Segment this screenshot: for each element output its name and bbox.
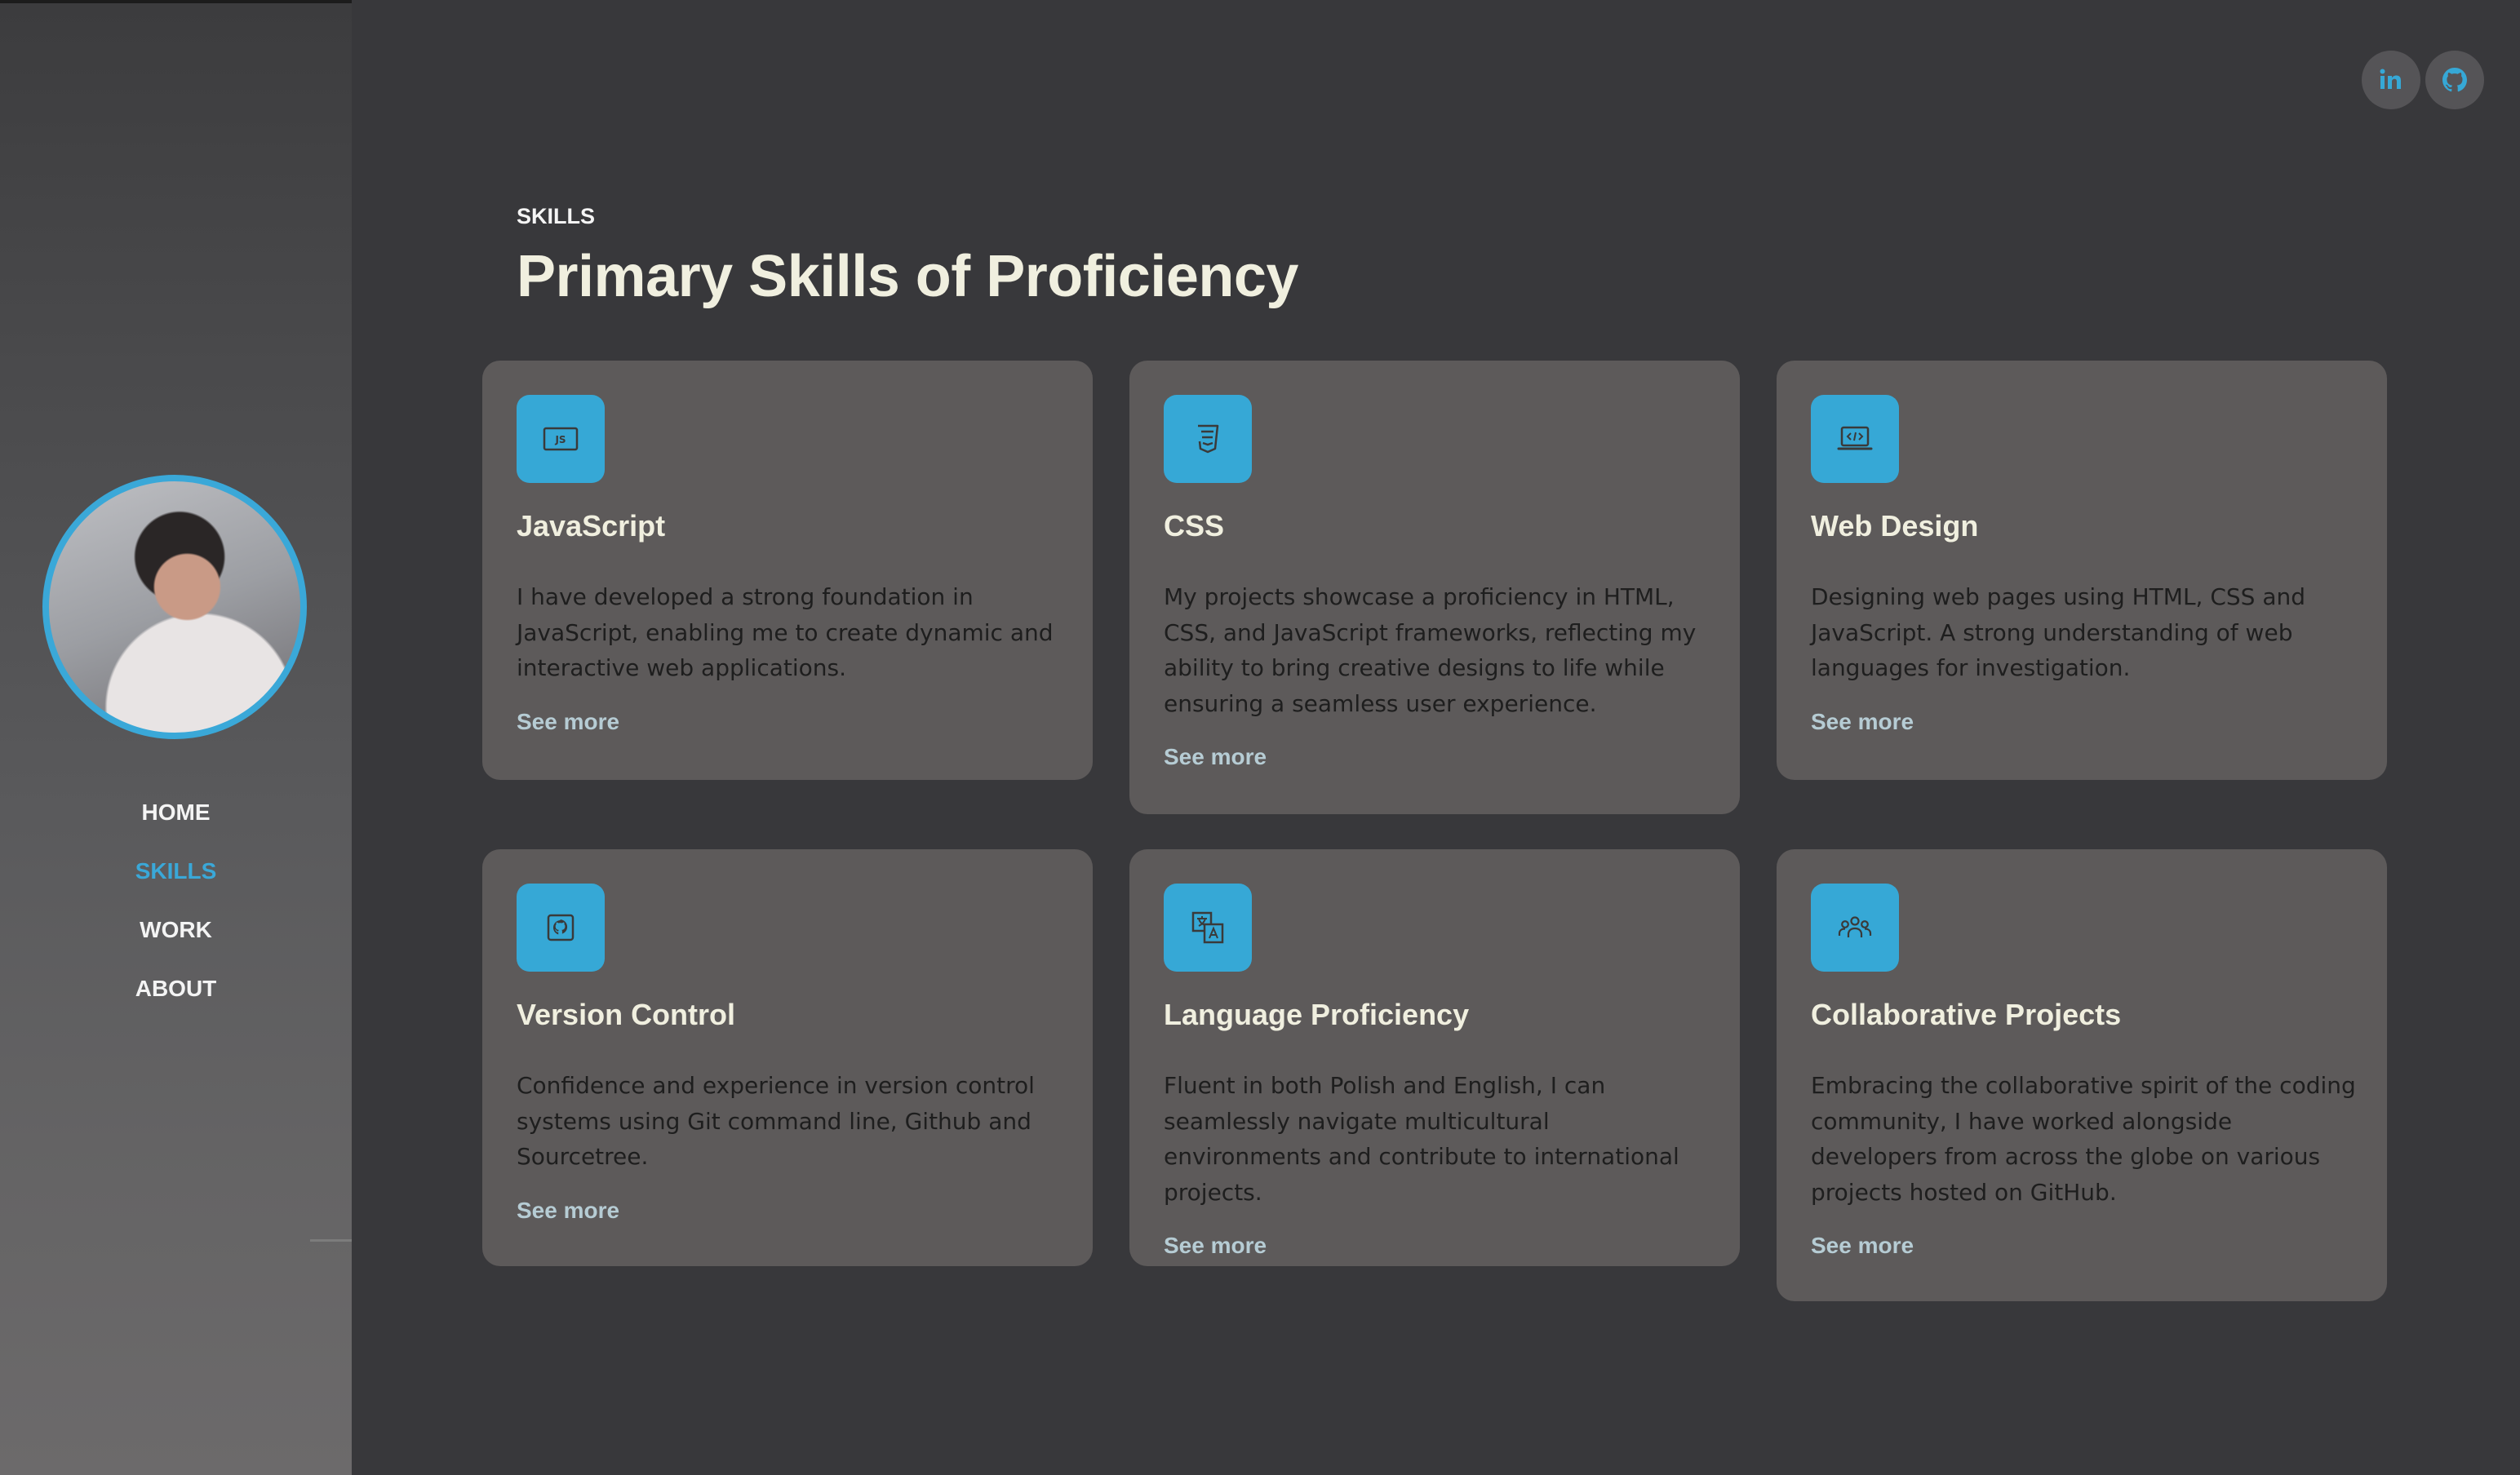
skill-card-title: JavaScript [517, 509, 666, 543]
nav-item-skills[interactable]: SKILLS [0, 855, 352, 914]
skill-card-javascript: JS JavaScript I have developed a strong … [482, 361, 1093, 780]
skill-card-language: Language Proficiency Fluent in both Poli… [1129, 849, 1740, 1266]
github-icon [2442, 68, 2467, 92]
javascript-icon: JS [543, 427, 579, 451]
nav-item-about[interactable]: ABOUT [0, 972, 352, 1031]
skill-card-title: CSS [1164, 509, 1225, 543]
skill-card-title: Version Control [517, 998, 736, 1031]
skill-card-version-control: Version Control Confidence and experienc… [482, 849, 1093, 1266]
wall-clock-decoration [140, 486, 230, 543]
skill-card-web-design: Web Design Designing web pages using HTM… [1777, 361, 2387, 780]
translate-icon [1191, 911, 1224, 944]
svg-text:JS: JS [554, 434, 566, 445]
profile-avatar [42, 475, 307, 739]
nav-item-work[interactable]: WORK [0, 914, 352, 972]
skill-card-collaborative: Collaborative Projects Embracing the col… [1777, 849, 2387, 1301]
skill-card-description: Designing web pages using HTML, CSS and … [1811, 583, 2306, 681]
skill-card-css: CSS My projects showcase a proficiency i… [1129, 361, 1740, 814]
skill-icon-box [1164, 395, 1252, 483]
laptop-code-icon [1837, 426, 1873, 450]
section-eyebrow: SKILLS [517, 204, 596, 228]
page-title: Primary Skills of Proficiency [517, 244, 1298, 309]
css3-icon [1198, 424, 1219, 454]
see-more-link[interactable]: See more [1811, 709, 1914, 735]
skill-card-description: I have developed a strong foundation in … [517, 583, 1054, 681]
skill-card-description: Fluent in both Polish and English, I can… [1164, 1072, 1679, 1206]
see-more-link[interactable]: See more [1164, 744, 1267, 770]
skill-card-description: Embracing the collaborative spirit of th… [1811, 1072, 2356, 1206]
skill-icon-box: JS [517, 395, 605, 483]
linkedin-icon [2380, 69, 2401, 89]
github-button[interactable] [2425, 51, 2484, 109]
skill-card-title: Language Proficiency [1164, 998, 1470, 1031]
see-more-link[interactable]: See more [517, 1198, 619, 1224]
nav-item-home[interactable]: HOME [0, 796, 352, 855]
see-more-link[interactable]: See more [1164, 1233, 1267, 1259]
skill-icon-box [1811, 884, 1899, 972]
skill-card-title: Web Design [1811, 509, 1979, 543]
skill-card-title: Collaborative Projects [1811, 998, 2122, 1031]
team-icon [1838, 916, 1872, 937]
github-box-icon [547, 914, 575, 941]
see-more-link[interactable]: See more [517, 709, 619, 735]
skill-card-description: My projects showcase a proficiency in HT… [1164, 583, 1697, 717]
skill-card-description: Confidence and experience in version con… [517, 1072, 1035, 1170]
skill-icon-box [517, 884, 605, 972]
linkedin-button[interactable] [2362, 51, 2420, 109]
see-more-link[interactable]: See more [1811, 1233, 1914, 1259]
sidebar: HOME SKILLS WORK ABOUT [0, 0, 352, 1475]
skill-icon-box [1811, 395, 1899, 483]
skill-icon-box [1164, 884, 1252, 972]
social-links [2362, 51, 2484, 109]
main-nav: HOME SKILLS WORK ABOUT [0, 796, 352, 1031]
